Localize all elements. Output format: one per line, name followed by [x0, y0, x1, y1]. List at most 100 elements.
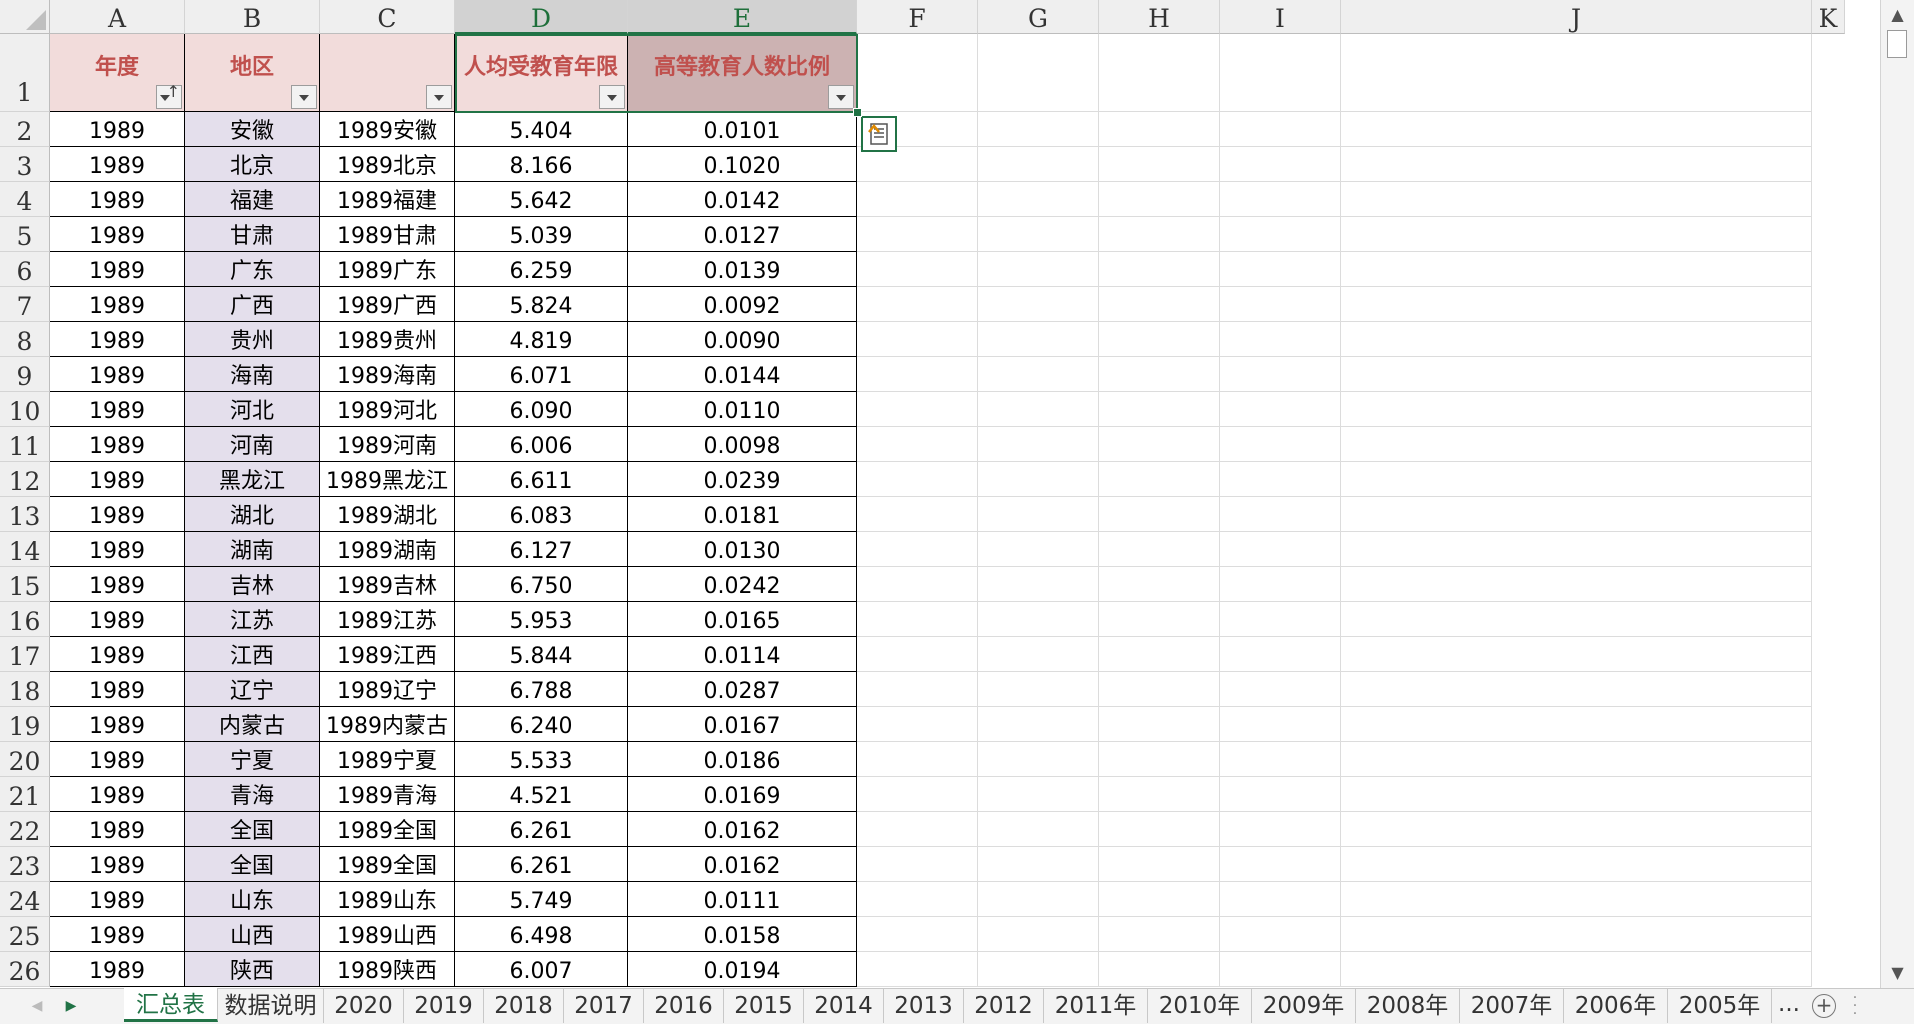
- empty-cell[interactable]: [857, 777, 978, 812]
- empty-cell[interactable]: [857, 532, 978, 567]
- empty-cell[interactable]: [857, 287, 978, 322]
- empty-cell[interactable]: [1220, 742, 1341, 777]
- empty-cell[interactable]: [1341, 882, 1812, 917]
- empty-cell[interactable]: [1099, 427, 1220, 462]
- empty-cell[interactable]: [1220, 462, 1341, 497]
- key-cell[interactable]: 1989河北: [320, 392, 455, 427]
- edu-years-cell[interactable]: 5.642: [455, 182, 628, 217]
- empty-cell[interactable]: [1341, 847, 1812, 882]
- spreadsheet-grid[interactable]: ABCDEFGHIJK 1 2 3 4 5 6 7 8 9 10 11 12 13 14 15 16 17 18 1…: [0, 0, 1880, 988]
- edu-years-cell[interactable]: 4.521: [455, 777, 628, 812]
- row-header[interactable]: 8: [0, 322, 50, 357]
- empty-cell[interactable]: [1099, 357, 1220, 392]
- row-header-1[interactable]: 1: [0, 34, 50, 112]
- row-header[interactable]: 20: [0, 742, 50, 777]
- row-header[interactable]: 7: [0, 287, 50, 322]
- edu-years-cell[interactable]: 5.404: [455, 112, 628, 147]
- empty-cell[interactable]: [978, 322, 1099, 357]
- empty-cell[interactable]: [1099, 182, 1220, 217]
- empty-cell[interactable]: [978, 34, 1099, 112]
- sheet-tab[interactable]: 汇总表: [124, 988, 218, 1022]
- key-cell[interactable]: 1989黑龙江: [320, 462, 455, 497]
- higher-ratio-cell[interactable]: 0.0142: [628, 182, 857, 217]
- region-cell[interactable]: 福建: [185, 182, 320, 217]
- row-header[interactable]: 21: [0, 777, 50, 812]
- key-cell[interactable]: 1989全国: [320, 847, 455, 882]
- empty-cell[interactable]: [978, 812, 1099, 847]
- sheet-tab[interactable]: 2015: [724, 989, 804, 1023]
- empty-cell[interactable]: [1220, 497, 1341, 532]
- region-cell[interactable]: 贵州: [185, 322, 320, 357]
- year-cell[interactable]: 1989: [50, 812, 185, 847]
- sheet-tab[interactable]: 2010年: [1148, 989, 1252, 1023]
- empty-cell[interactable]: [1099, 847, 1220, 882]
- row-header[interactable]: 22: [0, 812, 50, 847]
- key-cell[interactable]: 1989辽宁: [320, 672, 455, 707]
- column-header-a[interactable]: A: [50, 0, 185, 34]
- edu-years-cell[interactable]: 6.006: [455, 427, 628, 462]
- region-cell[interactable]: 湖南: [185, 532, 320, 567]
- higher-ratio-cell[interactable]: 0.0092: [628, 287, 857, 322]
- year-cell[interactable]: 1989: [50, 427, 185, 462]
- edu-years-cell[interactable]: 6.083: [455, 497, 628, 532]
- row-header[interactable]: 16: [0, 602, 50, 637]
- row-header[interactable]: 15: [0, 567, 50, 602]
- region-cell[interactable]: 黑龙江: [185, 462, 320, 497]
- region-cell[interactable]: 陕西: [185, 952, 320, 987]
- sheet-tab[interactable]: 2013: [884, 989, 964, 1023]
- higher-ratio-cell[interactable]: 0.0139: [628, 252, 857, 287]
- edu-years-cell[interactable]: 6.259: [455, 252, 628, 287]
- empty-cell[interactable]: [1341, 602, 1812, 637]
- year-cell[interactable]: 1989: [50, 497, 185, 532]
- empty-cell[interactable]: [1341, 707, 1812, 742]
- key-cell[interactable]: 1989江西: [320, 637, 455, 672]
- empty-cell[interactable]: [1099, 707, 1220, 742]
- empty-cell[interactable]: [1341, 952, 1812, 987]
- region-cell[interactable]: 内蒙古: [185, 707, 320, 742]
- region-cell[interactable]: 江苏: [185, 602, 320, 637]
- filter-dropdown-icon[interactable]: [599, 85, 625, 109]
- empty-cell[interactable]: [978, 637, 1099, 672]
- higher-ratio-cell[interactable]: 0.0101: [628, 112, 857, 147]
- empty-cell[interactable]: [857, 812, 978, 847]
- empty-cell[interactable]: [1099, 882, 1220, 917]
- empty-cell[interactable]: [857, 917, 978, 952]
- scroll-up-icon[interactable]: ▲: [1881, 0, 1914, 30]
- empty-cell[interactable]: [1099, 952, 1220, 987]
- edu-years-cell[interactable]: 5.953: [455, 602, 628, 637]
- empty-cell[interactable]: [978, 917, 1099, 952]
- sheet-tab[interactable]: 2016: [644, 989, 724, 1023]
- tab-scroll-left-icon[interactable]: ◀: [22, 989, 52, 1023]
- empty-cell[interactable]: [1341, 777, 1812, 812]
- empty-cell[interactable]: [1220, 252, 1341, 287]
- empty-cell[interactable]: [1341, 812, 1812, 847]
- sheet-tab[interactable]: 2008年: [1356, 989, 1460, 1023]
- empty-cell[interactable]: [978, 672, 1099, 707]
- empty-cell[interactable]: [1341, 742, 1812, 777]
- edu-years-cell[interactable]: 5.749: [455, 882, 628, 917]
- row-header[interactable]: 3: [0, 147, 50, 182]
- year-cell[interactable]: 1989: [50, 952, 185, 987]
- add-sheet-icon[interactable]: +: [1812, 994, 1836, 1018]
- empty-cell[interactable]: [857, 847, 978, 882]
- higher-ratio-cell[interactable]: 0.0098: [628, 427, 857, 462]
- empty-cell[interactable]: [1220, 602, 1341, 637]
- region-cell[interactable]: 安徽: [185, 112, 320, 147]
- tab-scroll-right-icon[interactable]: ▶: [56, 989, 86, 1023]
- edu-years-cell[interactable]: 6.498: [455, 917, 628, 952]
- higher-ratio-cell[interactable]: 0.0169: [628, 777, 857, 812]
- column-header-b[interactable]: B: [185, 0, 320, 34]
- empty-cell[interactable]: [1220, 637, 1341, 672]
- empty-cell[interactable]: [1099, 602, 1220, 637]
- empty-cell[interactable]: [1220, 217, 1341, 252]
- region-cell[interactable]: 吉林: [185, 567, 320, 602]
- edu-years-cell[interactable]: 6.261: [455, 812, 628, 847]
- sheet-tab[interactable]: 2018: [484, 989, 564, 1023]
- higher-ratio-cell[interactable]: 0.0287: [628, 672, 857, 707]
- sheet-tab[interactable]: 2007年: [1460, 989, 1564, 1023]
- column-header-g[interactable]: G: [978, 0, 1099, 34]
- year-cell[interactable]: 1989: [50, 392, 185, 427]
- row-header[interactable]: 26: [0, 952, 50, 987]
- empty-cell[interactable]: [978, 847, 1099, 882]
- year-cell[interactable]: 1989: [50, 217, 185, 252]
